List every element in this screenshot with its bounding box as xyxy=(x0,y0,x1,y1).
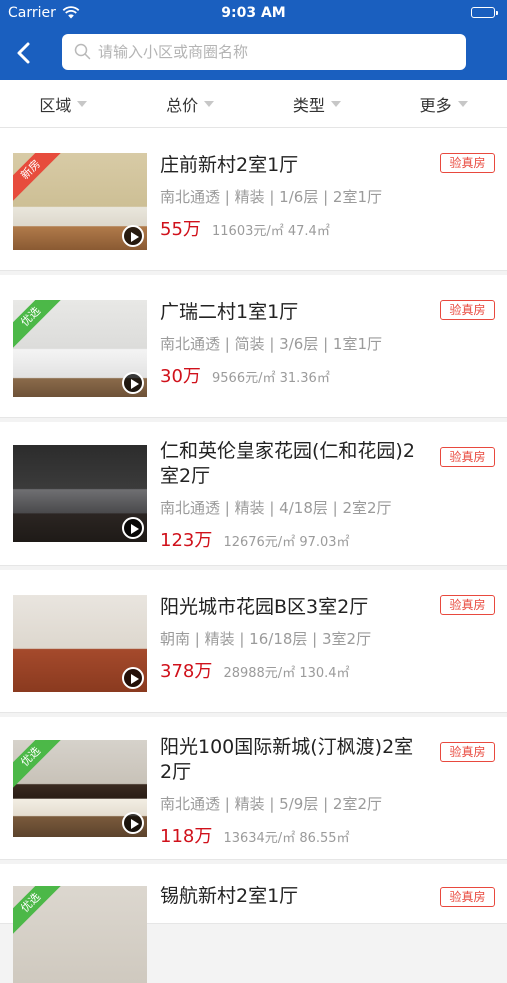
listing-card[interactable]: 优选 广瑞二村1室1厅 南北通透 | 简装 | 3/6层 | 1室1厅 30万 … xyxy=(0,275,507,418)
listing-price: 30万 xyxy=(160,366,201,387)
filter-total-price-label: 总价 xyxy=(166,95,199,115)
nav-bar xyxy=(0,28,507,80)
listing-card[interactable]: 阳光城市花园B区3室2厅 朝南 | 精装 | 16/18层 | 3室2厅 378… xyxy=(0,570,507,713)
filter-more-label: 更多 xyxy=(419,95,452,115)
listing-card[interactable]: 优选 锡航新村2室1厅 验真房 xyxy=(0,864,507,983)
listing-title: 锡航新村2室1厅 xyxy=(160,885,299,907)
play-icon[interactable] xyxy=(122,225,144,247)
listing-photo: 优选 xyxy=(13,886,147,983)
caret-down-icon xyxy=(204,100,215,107)
listing-photo xyxy=(13,595,147,692)
play-icon[interactable] xyxy=(122,517,144,539)
listing-attributes: 南北通透 | 简装 | 3/6层 | 1室1厅 xyxy=(160,335,382,353)
filter-type-label: 类型 xyxy=(292,95,325,115)
filter-type[interactable]: 类型 xyxy=(254,80,381,127)
listing-unit-area: 9566元/㎡ 31.36㎡ xyxy=(212,371,330,386)
caret-down-icon xyxy=(77,100,88,107)
search-input[interactable] xyxy=(98,34,454,70)
battery-icon xyxy=(471,7,498,18)
listing-attributes: 南北通透 | 精装 | 4/18层 | 2室2厅 xyxy=(160,499,392,517)
listing-title: 庄前新村2室1厅 xyxy=(160,154,299,176)
listing-card[interactable]: 优选 阳光100国际新城(汀枫渡)2室2厅 南北通透 | 精装 | 5/9层 |… xyxy=(0,717,507,860)
listing-title: 广瑞二村1室1厅 xyxy=(160,301,299,323)
listing-price: 118万 xyxy=(160,826,213,847)
play-icon[interactable] xyxy=(122,812,144,834)
caret-down-icon xyxy=(330,100,341,107)
status-bar: Carrier 9:03 AM xyxy=(0,0,507,28)
search-icon xyxy=(74,43,91,64)
listing-list: 新房 庄前新村2室1厅 南北通透 | 精装 | 1/6层 | 2室1厅 55万 … xyxy=(0,128,507,983)
verified-badge: 验真房 xyxy=(440,887,495,907)
filter-region[interactable]: 区域 xyxy=(0,80,127,127)
listing-attributes: 南北通透 | 精装 | 5/9层 | 2室2厅 xyxy=(160,795,382,813)
listing-price: 378万 xyxy=(160,661,213,682)
listing-unit-area: 28988元/㎡ 130.4㎡ xyxy=(223,666,350,681)
listing-unit-area: 13634元/㎡ 86.55㎡ xyxy=(223,831,350,846)
listing-attributes: 朝南 | 精装 | 16/18层 | 3室2厅 xyxy=(160,630,372,648)
listing-attributes: 南北通透 | 精装 | 1/6层 | 2室1厅 xyxy=(160,188,382,206)
listing-card[interactable]: 仁和英伦皇家花园(仁和花园)2室2厅 南北通透 | 精装 | 4/18层 | 2… xyxy=(0,422,507,566)
filter-region-label: 区域 xyxy=(39,95,72,115)
verified-badge: 验真房 xyxy=(440,742,495,762)
listing-photo xyxy=(13,445,147,542)
listing-unit-area: 11603元/㎡ 47.4㎡ xyxy=(212,224,330,239)
listing-photo: 优选 xyxy=(13,300,147,397)
listing-price: 123万 xyxy=(160,530,213,551)
search-box[interactable] xyxy=(62,34,466,70)
filter-more[interactable]: 更多 xyxy=(380,80,507,127)
verified-badge: 验真房 xyxy=(440,300,495,320)
listing-photo: 新房 xyxy=(13,153,147,250)
chevron-left-icon xyxy=(17,42,30,64)
verified-badge: 验真房 xyxy=(440,153,495,173)
listing-card[interactable]: 新房 庄前新村2室1厅 南北通透 | 精装 | 1/6层 | 2室1厅 55万 … xyxy=(0,128,507,271)
filter-total-price[interactable]: 总价 xyxy=(127,80,254,127)
play-icon[interactable] xyxy=(122,372,144,394)
play-icon[interactable] xyxy=(122,667,144,689)
status-time: 9:03 AM xyxy=(221,5,286,21)
back-button[interactable] xyxy=(8,36,42,70)
listing-title: 仁和英伦皇家花园(仁和花园)2室2厅 xyxy=(160,440,415,487)
verified-badge: 验真房 xyxy=(440,447,495,467)
listing-title: 阳光城市花园B区3室2厅 xyxy=(160,596,369,618)
listing-photo: 优选 xyxy=(13,740,147,837)
listing-price: 55万 xyxy=(160,219,201,240)
listing-title: 阳光100国际新城(汀枫渡)2室2厅 xyxy=(160,736,414,783)
filter-bar: 区域 总价 类型 更多 xyxy=(0,80,507,128)
verified-badge: 验真房 xyxy=(440,595,495,615)
listing-unit-area: 12676元/㎡ 97.03㎡ xyxy=(223,535,350,550)
caret-down-icon xyxy=(457,100,468,107)
